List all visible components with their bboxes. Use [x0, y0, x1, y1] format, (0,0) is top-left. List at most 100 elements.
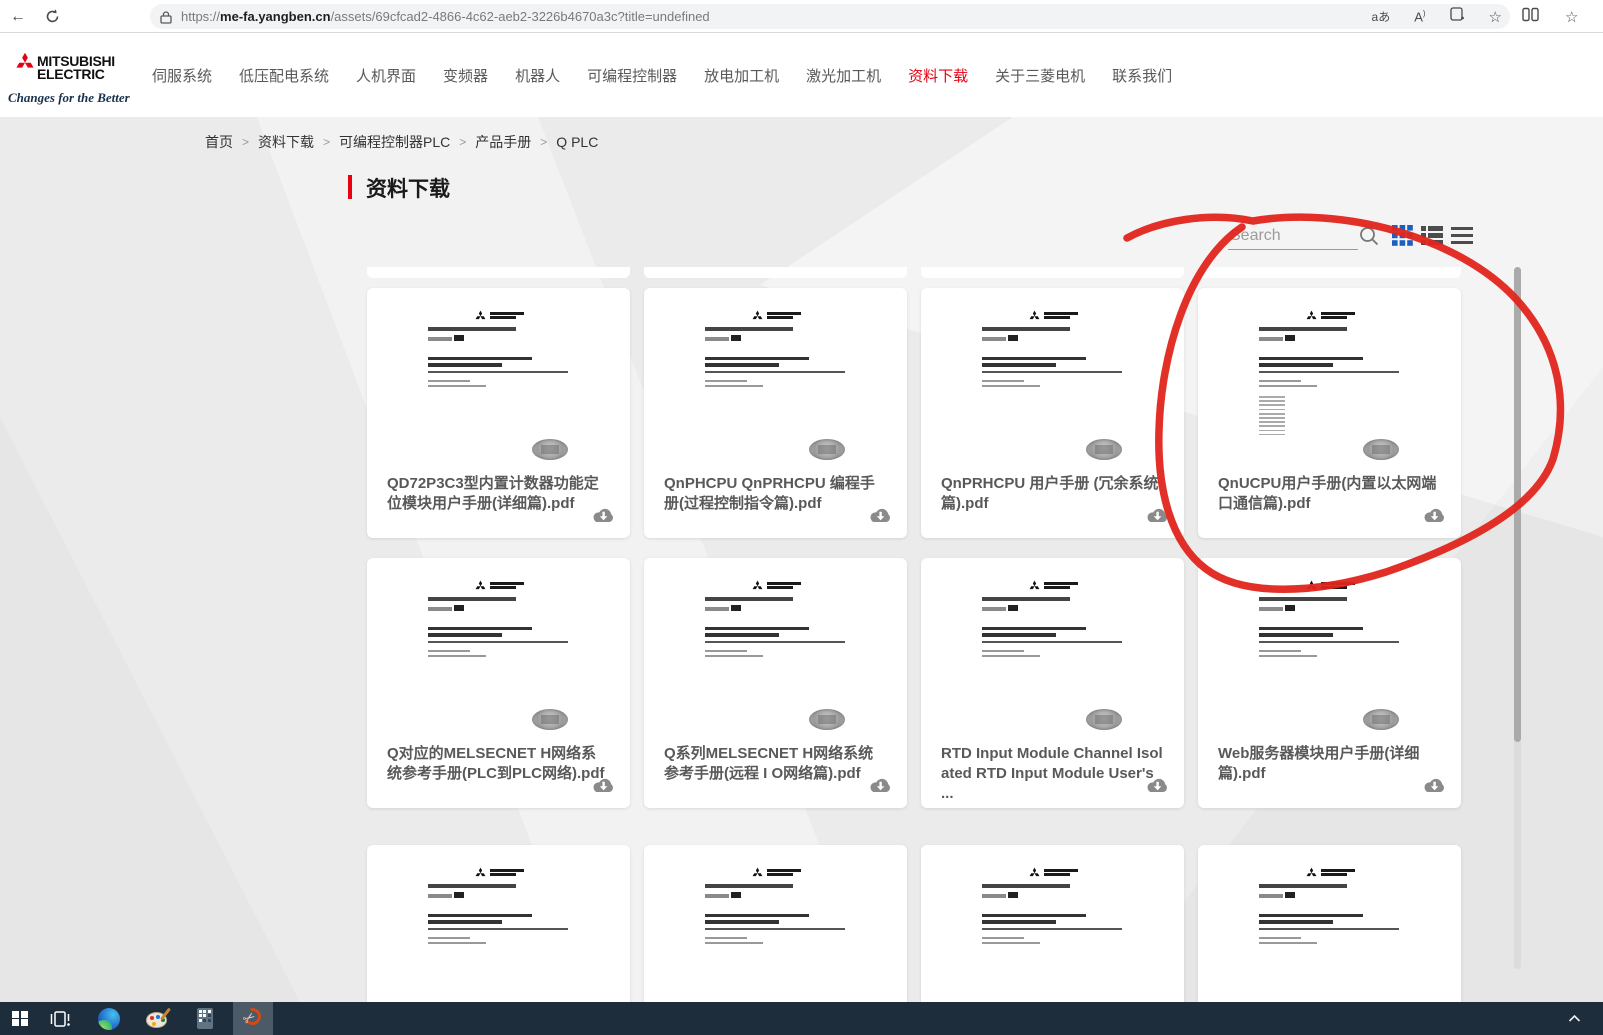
thumbnail-product-photo [1363, 709, 1399, 730]
pdf-thumbnail [1245, 857, 1415, 1002]
pdf-thumbnail [968, 857, 1138, 1002]
document-card[interactable]: Q对应的MELSECNET H网络系统参考手册(PLC到PLC网络).pdf [367, 558, 630, 808]
download-cloud-icon [868, 507, 893, 525]
breadcrumb-plc[interactable]: 可编程控制器PLC [339, 132, 450, 152]
thumbnail-mitsubishi-logo-icon [414, 857, 584, 877]
grid-view-icon[interactable] [1392, 225, 1414, 247]
document-card[interactable] [1198, 845, 1461, 1002]
nav-item-downloads-active[interactable]: 资料下载 [908, 65, 968, 86]
card-row-1: QD72P3C3型内置计数器功能定位模块用户手册(详细篇).pdf [367, 288, 1461, 538]
thumbnail-product-photo [1086, 709, 1122, 730]
pdf-thumbnail [414, 857, 584, 1002]
url-text: https://me-fa.yangben.cn/assets/69cfcad2… [181, 9, 710, 24]
download-cloud-icon [1145, 507, 1170, 525]
site-header: MITSUBISHIELECTRIC Changes for the Bette… [0, 34, 1603, 117]
paint-icon [146, 1009, 168, 1029]
page-title: 资料下载 [366, 173, 450, 203]
nav-item[interactable]: 激光加工机 [806, 65, 881, 86]
breadcrumb: 首页 > 资料下载 > 可编程控制器PLC > 产品手册 > Q PLC [205, 132, 598, 152]
refresh-icon[interactable] [44, 8, 61, 30]
breadcrumb-qplc[interactable]: Q PLC [556, 134, 598, 150]
task-view-button[interactable] [40, 1002, 80, 1035]
chevron-up-icon [1568, 1014, 1581, 1023]
nav-item[interactable]: 伺服系统 [152, 65, 212, 86]
thumbnail-mitsubishi-logo-icon [414, 300, 584, 320]
thumbnail-mitsubishi-logo-icon [414, 570, 584, 590]
document-card[interactable] [644, 845, 907, 1002]
thumbnail-mitsubishi-logo-icon [691, 300, 861, 320]
start-button[interactable] [0, 1002, 40, 1035]
document-card[interactable]: Web服务器模块用户手册(详细篇).pdf [1198, 558, 1461, 808]
nav-item[interactable]: 联系我们 [1112, 65, 1172, 86]
cutoff-card [644, 267, 907, 278]
download-button[interactable] [1422, 777, 1447, 798]
nav-item[interactable]: 关于三菱电机 [995, 65, 1085, 86]
pdf-thumbnail [414, 300, 584, 468]
windows-logo-icon [12, 1011, 28, 1027]
breadcrumb-home[interactable]: 首页 [205, 132, 233, 152]
document-card[interactable]: QnPHCPU QnPRHCPU 编程手册(过程控制指令篇).pdf [644, 288, 907, 538]
document-card[interactable]: QD72P3C3型内置计数器功能定位模块用户手册(详细篇).pdf [367, 288, 630, 538]
brand-tagline: Changes for the Better [8, 90, 130, 106]
download-button[interactable] [868, 777, 893, 798]
paint-taskbar-button[interactable] [137, 1002, 177, 1035]
document-card[interactable]: QnPRHCPU 用户手册 (冗余系统篇).pdf [921, 288, 1184, 538]
collections-star-icon[interactable]: ☆ [1565, 8, 1578, 26]
nav-item[interactable]: 变频器 [443, 65, 488, 86]
cutoff-card [1198, 267, 1461, 278]
thumbnail-product-photo [532, 439, 568, 460]
split-screen-icon[interactable] [1522, 7, 1539, 27]
nav-item[interactable]: 放电加工机 [704, 65, 779, 86]
download-button[interactable] [1145, 507, 1170, 528]
download-button[interactable] [591, 777, 616, 798]
read-aloud-icon[interactable]: A) [1414, 9, 1425, 24]
show-hidden-icons-button[interactable] [1568, 1002, 1581, 1035]
compact-list-view-icon[interactable] [1451, 225, 1473, 247]
thumbnail-product-photo [1363, 439, 1399, 460]
nav-item[interactable]: 机器人 [515, 65, 560, 86]
breadcrumb-downloads[interactable]: 资料下载 [258, 132, 314, 152]
task-view-icon [50, 1011, 70, 1027]
document-card[interactable] [921, 845, 1184, 1002]
download-button[interactable] [1145, 777, 1170, 798]
taskbar: ✂ [0, 1002, 1603, 1035]
snipping-tool-taskbar-button[interactable]: ✂ [233, 1002, 273, 1035]
search-icon[interactable] [1358, 225, 1380, 247]
pdf-thumbnail [691, 857, 861, 1002]
immersive-reader-icon[interactable] [1450, 7, 1465, 26]
download-button[interactable] [1422, 507, 1447, 528]
pdf-thumbnail [1245, 300, 1415, 468]
pdf-thumbnail [691, 300, 861, 468]
thumbnail-mitsubishi-logo-icon [1245, 570, 1415, 590]
thumbnail-mitsubishi-logo-icon [968, 300, 1138, 320]
browser-toolbar: ← https://me-fa.yangben.cn/assets/69cfca… [0, 0, 1603, 33]
address-bar[interactable]: https://me-fa.yangben.cn/assets/69cfcad2… [150, 4, 1510, 29]
translate-icon[interactable]: aあ [1372, 8, 1391, 25]
download-cloud-icon [1422, 507, 1447, 525]
document-card[interactable]: Q系列MELSECNET H网络系统参考手册(远程 I O网络篇).pdf [644, 558, 907, 808]
document-title: Q对应的MELSECNET H网络系统参考手册(PLC到PLC网络).pdf [387, 744, 610, 784]
thumbnail-mitsubishi-logo-icon [691, 857, 861, 877]
download-button[interactable] [591, 507, 616, 528]
download-cloud-icon [591, 777, 616, 795]
nav-item[interactable]: 可编程控制器 [587, 65, 677, 86]
document-card[interactable]: RTD Input Module Channel Isolated RTD In… [921, 558, 1184, 808]
favorite-star-icon[interactable]: ☆ [1489, 8, 1502, 26]
calculator-taskbar-button[interactable] [185, 1002, 225, 1035]
back-icon[interactable]: ← [10, 0, 26, 33]
breadcrumb-separator: > [540, 135, 547, 149]
page-scrollbar-thumb[interactable] [1514, 267, 1521, 742]
download-button[interactable] [868, 507, 893, 528]
thumbnail-product-photo [1086, 439, 1122, 460]
breadcrumb-manuals[interactable]: 产品手册 [475, 132, 531, 152]
nav-item[interactable]: 人机界面 [356, 65, 416, 86]
document-title: RTD Input Module Channel Isolated RTD In… [941, 744, 1164, 804]
thumbnail-mitsubishi-logo-icon [1245, 857, 1415, 877]
edge-taskbar-button[interactable] [89, 1002, 129, 1035]
nav-item[interactable]: 低压配电系统 [239, 65, 329, 86]
edge-icon [98, 1008, 120, 1030]
document-card[interactable] [367, 845, 630, 1002]
document-card[interactable]: QnUCPU用户手册(内置以太网端口通信篇).pdf [1198, 288, 1461, 538]
search-input[interactable] [1228, 222, 1358, 249]
list-view-icon[interactable] [1421, 225, 1443, 247]
